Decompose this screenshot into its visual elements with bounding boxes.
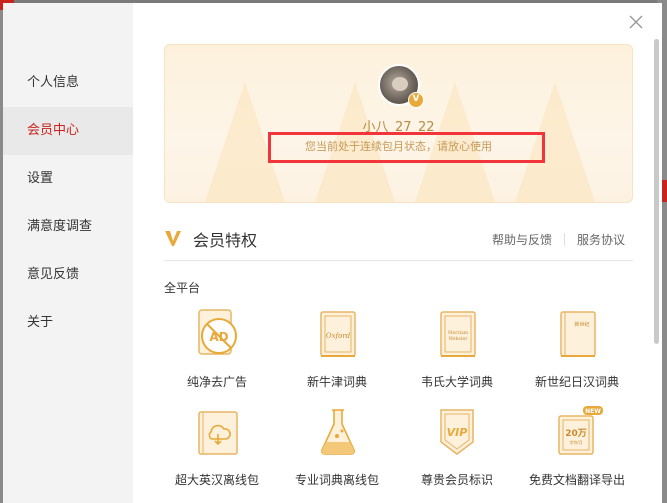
sidebar-item-about[interactable]: 关于	[3, 299, 133, 347]
feature-document-translate[interactable]: 20万 字符/月 NEW 免费文档翻译导出	[522, 406, 632, 488]
feature-label: 尊贵会员标识	[420, 473, 493, 487]
svg-text:20万: 20万	[565, 428, 587, 439]
merriam-webster-icon: Merriam Webster	[440, 311, 476, 357]
svg-text:AD: AD	[209, 330, 228, 344]
main-panel: V 小八_27_22 您当前处于连续包月状态，请放心使用 会员特权 帮助与反馈 …	[133, 3, 662, 503]
platform-label: 全平台	[164, 281, 201, 295]
sidebar-item-member-center[interactable]: 会员中心	[3, 107, 133, 155]
sidebar-item-settings[interactable]: 设置	[3, 155, 133, 203]
scrollbar[interactable]	[654, 39, 659, 344]
feature-label: 超大英汉离线包	[174, 473, 259, 487]
svg-text:Webster: Webster	[449, 336, 469, 342]
help-feedback-link[interactable]: 帮助与反馈	[492, 231, 552, 248]
flask-icon	[321, 409, 355, 455]
vip-v-badge-icon: V	[408, 92, 424, 108]
feature-vip-badge[interactable]: VIP 尊贵会员标识	[402, 406, 512, 488]
offline-package-icon	[198, 411, 238, 455]
feature-label: 纯净去广告	[186, 375, 247, 389]
svg-text:Merriam: Merriam	[448, 330, 469, 336]
v-logo-icon	[165, 231, 181, 246]
svg-text:VIP: VIP	[447, 426, 468, 439]
close-icon[interactable]	[628, 14, 644, 30]
sidebar-item-profile[interactable]: 个人信息	[3, 59, 133, 107]
service-agreement-link[interactable]: 服务协议	[577, 231, 625, 248]
subscription-status: 您当前处于连续包月状态，请放心使用	[305, 140, 492, 153]
feature-offline-package[interactable]: 超大英汉离线包	[162, 406, 272, 488]
feature-no-ads[interactable]: AD 纯净去广告	[162, 308, 272, 390]
document-translate-icon: 20万 字符/月 NEW	[558, 406, 603, 455]
sidebar: 个人信息 会员中心 设置 满意度调查 意见反馈 关于	[3, 3, 133, 503]
vip-badge-icon: VIP	[440, 409, 474, 455]
feature-label: 新世纪日汉词典	[534, 375, 619, 389]
member-center-dialog: 个人信息 会员中心 设置 满意度调查 意见反馈 关于 V 小八_27_22 您当…	[3, 3, 662, 503]
sidebar-item-feedback[interactable]: 意见反馈	[3, 251, 133, 299]
feature-webster[interactable]: Merriam Webster 韦氏大学词典	[402, 308, 512, 390]
no-ads-icon: AD	[198, 309, 237, 355]
link-divider	[564, 233, 565, 246]
japanese-dictionary-icon: 新世纪	[560, 311, 596, 357]
sidebar-item-survey[interactable]: 满意度调查	[3, 203, 133, 251]
feature-label: 免费文档翻译导出	[528, 473, 625, 487]
svg-text:新世纪: 新世纪	[574, 321, 589, 328]
feature-oxford[interactable]: Oxford 新牛津词典	[282, 308, 392, 390]
feature-label: 专业词典离线包	[294, 473, 379, 487]
feature-label: 新牛津词典	[306, 375, 367, 389]
feature-pro-dictionary[interactable]: 专业词典离线包	[282, 406, 392, 488]
privileges-header: 会员特权 帮助与反馈 服务协议	[164, 225, 633, 261]
membership-card: V 小八_27_22 您当前处于连续包月状态，请放心使用	[164, 44, 633, 203]
feature-japanese-dictionary[interactable]: 新世纪 新世纪日汉词典	[522, 308, 632, 390]
feature-label: 韦氏大学词典	[420, 375, 493, 389]
oxford-dictionary-icon: Oxford	[320, 311, 356, 357]
svg-text:Oxford: Oxford	[326, 332, 351, 340]
new-badge: NEW	[585, 408, 601, 415]
svg-text:字符/月: 字符/月	[569, 439, 582, 445]
privileges-title: 会员特权	[193, 231, 258, 250]
